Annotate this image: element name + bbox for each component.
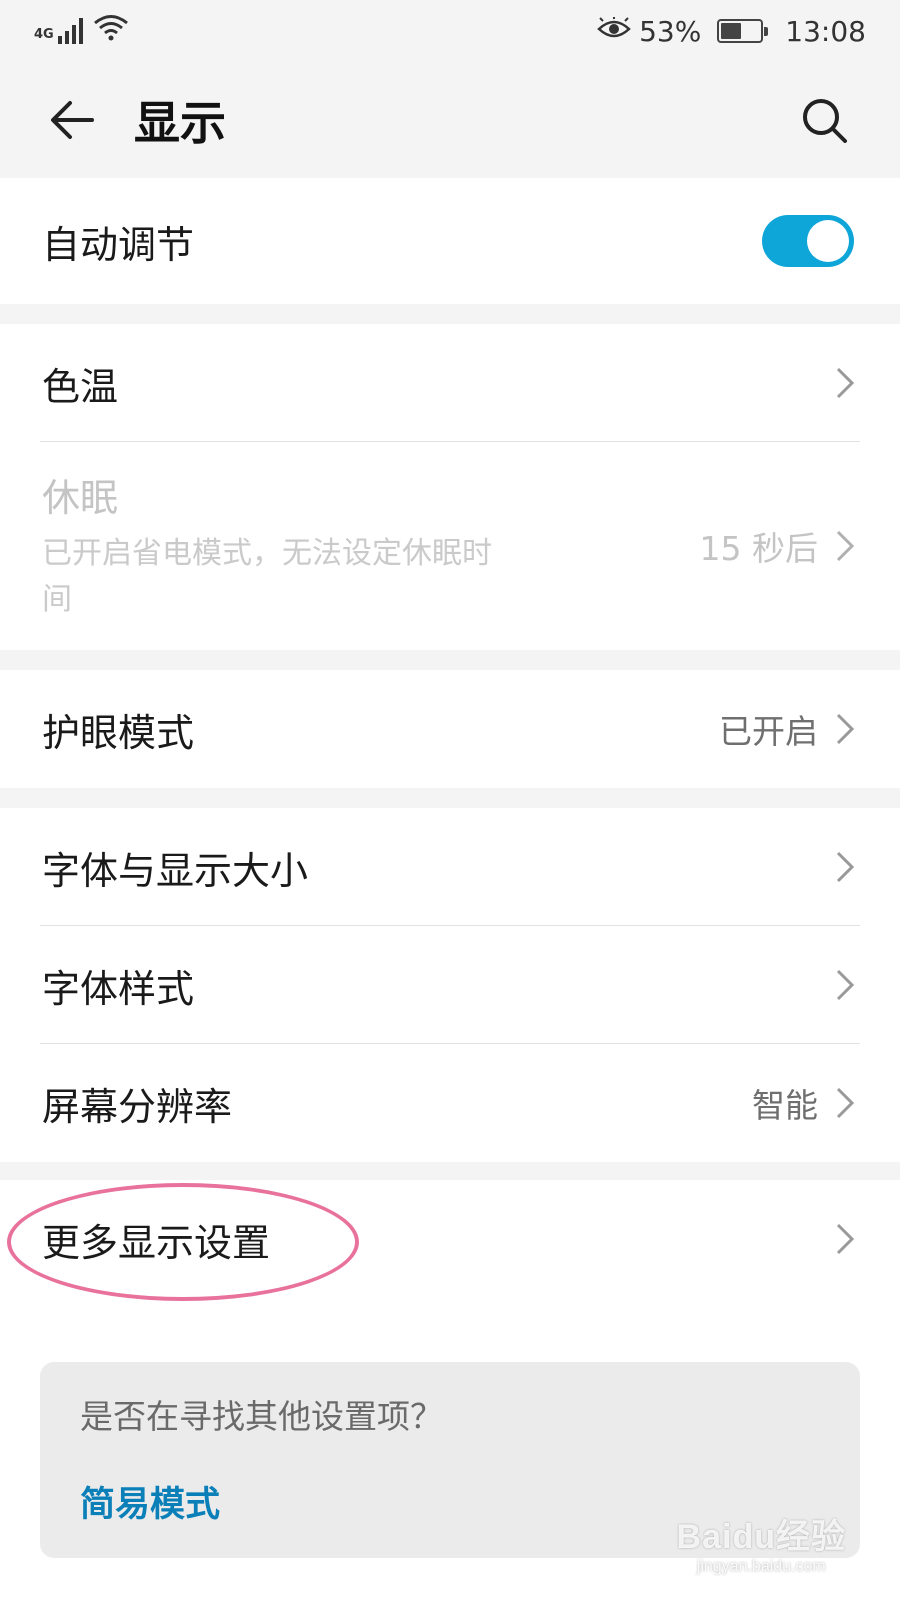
resolution-value: 智能 [752,1086,818,1125]
watermark-main: Baidu经验 [676,1518,846,1556]
status-bar-right: 53% 13:08 [597,15,866,48]
resolution-label: 屏幕分辨率 [42,1084,233,1129]
eye-comfort-icon [597,15,631,48]
sleep-label: 休眠 [42,475,119,520]
resolution-row[interactable]: 屏幕分辨率 智能 [0,1044,900,1162]
network-type-label: 4G [34,26,54,42]
wifi-icon [93,14,129,49]
chevron-right-icon [834,968,856,1002]
eye-comfort-card: 护眼模式 已开启 [0,670,900,788]
clock-time: 13:08 [785,14,866,48]
color-sleep-card: 色温 休眠 已开启省电模式，无法设定休眠时 间 15 秒后 [0,324,900,650]
cell-signal-icon [57,18,83,44]
sleep-value: 15 秒后 [699,529,818,568]
back-button[interactable] [36,84,108,156]
eye-comfort-row[interactable]: 护眼模式 已开启 [0,670,900,788]
font-style-row[interactable]: 字体样式 [0,926,900,1044]
battery-fill [721,23,742,39]
app-bar: 显示 [0,62,900,178]
sleep-row[interactable]: 休眠 已开启省电模式，无法设定休眠时 间 15 秒后 [0,442,900,650]
chevron-right-icon [834,1086,856,1120]
chevron-right-icon [834,529,856,563]
chevron-right-icon [834,712,856,746]
sleep-subtitle-line1: 已开启省电模式，无法设定休眠时 [42,535,492,571]
auto-adjust-card: 自动调节 [0,178,900,304]
sleep-text: 休眠 已开启省电模式，无法设定休眠时 间 [42,467,612,626]
baidu-watermark: Baidu经验 jingyan.baidu.com [677,1509,846,1576]
more-display-row[interactable]: 更多显示设置 [0,1180,900,1298]
status-bar-left: 4G [34,14,129,49]
auto-adjust-label: 自动调节 [42,222,195,267]
chevron-right-icon [834,850,856,884]
sleep-subtitle-line2: 间 [42,581,72,617]
chevron-right-icon [834,366,856,400]
color-temp-row[interactable]: 色温 [0,324,900,442]
font-size-label: 字体与显示大小 [42,848,309,893]
search-icon [803,99,847,143]
toggle-knob [807,220,849,262]
status-bar: 4G 53% 13:08 [0,0,900,62]
search-button[interactable] [792,88,856,152]
chevron-right-icon [834,1222,856,1256]
auto-adjust-row[interactable]: 自动调节 [0,178,900,304]
page-title: 显示 [134,96,226,150]
arrow-left-icon [51,101,94,139]
more-display-label: 更多显示设置 [42,1220,271,1265]
eye-comfort-value: 已开启 [719,712,818,751]
watermark-sub: jingyan.baidu.com [696,1558,826,1575]
simple-mode-link[interactable]: 简易模式 [80,1476,220,1527]
font-size-row[interactable]: 字体与显示大小 [0,808,900,926]
font-style-label: 字体样式 [42,966,195,1011]
auto-adjust-toggle[interactable] [762,215,854,267]
battery-percent: 53% [639,14,702,48]
color-temp-label: 色温 [42,364,119,409]
battery-icon [717,19,769,43]
font-resolution-card: 字体与显示大小 字体样式 屏幕分辨率 智能 [0,808,900,1162]
hint-question: 是否在寻找其他设置项？ [80,1397,443,1436]
eye-comfort-label: 护眼模式 [42,710,195,755]
